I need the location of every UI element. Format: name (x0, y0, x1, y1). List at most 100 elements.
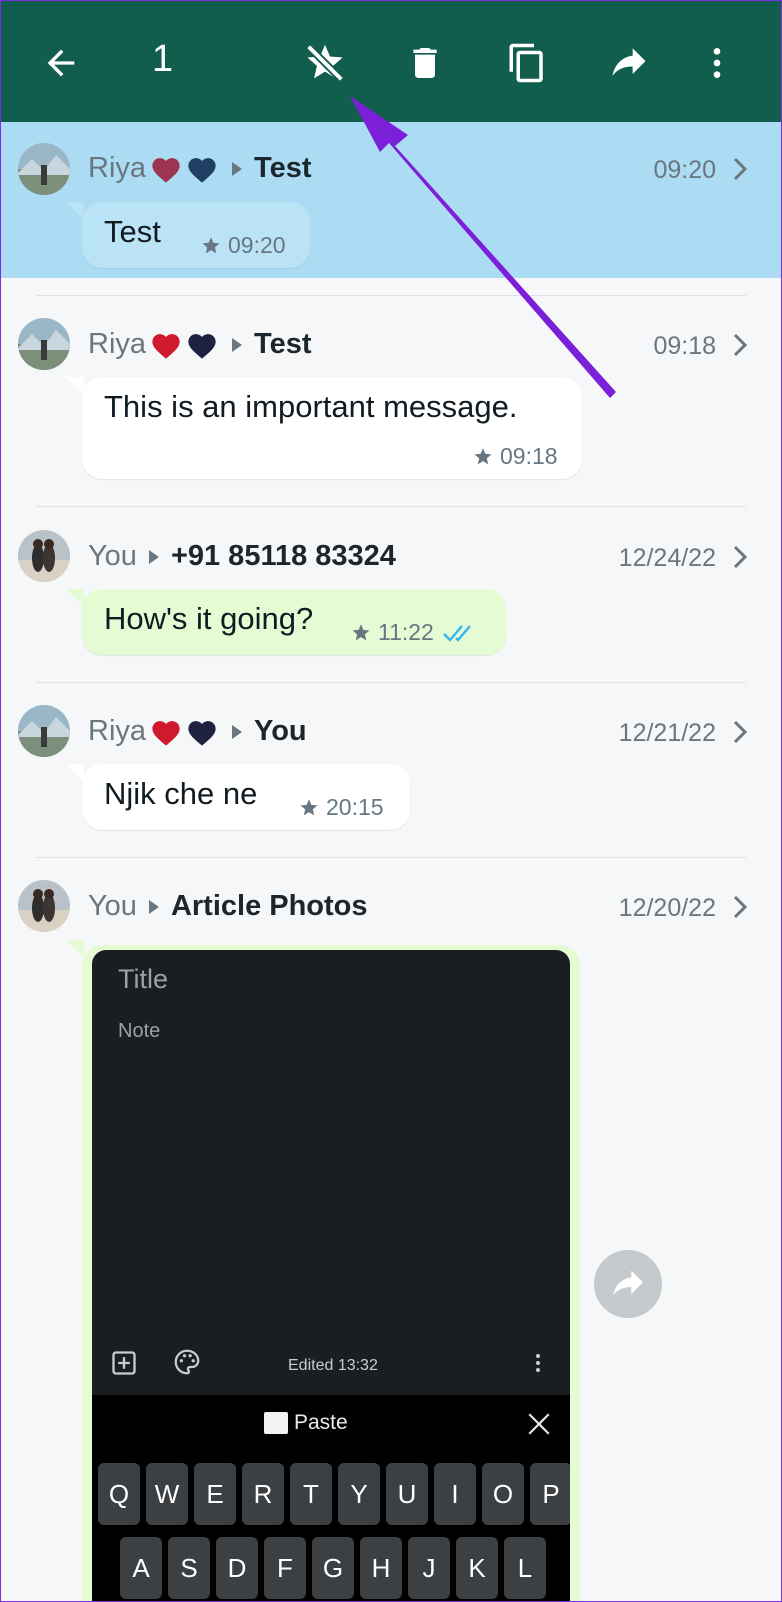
message-time: 11:22 (378, 619, 434, 645)
message-meta: 20:15 (298, 794, 384, 821)
forward-icon[interactable] (602, 36, 656, 90)
avatar[interactable] (18, 143, 70, 195)
selection-toolbar: 1 (0, 0, 782, 122)
add-box-icon (112, 1351, 136, 1375)
key: L (504, 1537, 546, 1599)
to-arrow-icon (148, 549, 159, 564)
clipboard-icon (264, 1412, 288, 1434)
divider (36, 682, 746, 683)
back-arrow-icon[interactable] (34, 36, 88, 90)
copy-icon[interactable] (500, 36, 554, 90)
heart-emojis-icon (148, 330, 220, 360)
chevron-right-icon[interactable] (732, 544, 748, 570)
divider (36, 506, 746, 507)
bubble-tail (66, 589, 84, 607)
avatar[interactable] (18, 318, 70, 370)
chevron-right-icon[interactable] (732, 894, 748, 920)
key: P (530, 1463, 570, 1525)
sender-name: Riya (88, 152, 147, 184)
message-bubble[interactable]: This is an important message. 09:18 (82, 377, 582, 479)
close-icon (528, 1413, 550, 1435)
bubble-tail (66, 940, 84, 958)
message-time: 20:15 (326, 794, 384, 820)
key: S (168, 1537, 210, 1599)
message-header: Riya You (88, 715, 307, 748)
paste-suggestion: Paste (264, 1411, 348, 1435)
message-meta: 11:22 (350, 619, 486, 646)
more-vert-icon[interactable] (690, 36, 744, 90)
message-time: 09:20 (228, 232, 286, 258)
unstar-icon[interactable] (298, 36, 352, 90)
message-text: This is an important message. (104, 389, 518, 424)
bubble-tail (66, 377, 84, 395)
sender-name: Riya (88, 328, 147, 360)
edited-timestamp: Edited 13:32 (288, 1357, 378, 1374)
message-header: You Article Photos (88, 890, 368, 923)
message-date: 12/21/22 (618, 719, 716, 747)
image-attachment[interactable]: Title Note Edited 13:32 Paste Q W E R T … (92, 950, 570, 1602)
star-icon (352, 623, 370, 640)
divider (36, 857, 746, 858)
recipient-name: Test (254, 328, 312, 360)
to-arrow-icon (148, 899, 159, 914)
bubble-tail (66, 764, 84, 782)
message-time: 09:18 (500, 443, 558, 469)
note-title-placeholder: Title (118, 964, 169, 994)
key: Y (338, 1463, 380, 1525)
star-icon (202, 236, 220, 253)
avatar[interactable] (18, 530, 70, 582)
palette-icon (174, 1349, 200, 1375)
message-bubble[interactable]: Njik che ne 20:15 (82, 764, 410, 830)
keyboard: Paste Q W E R T Y U I O P A S D F G H J … (92, 1395, 570, 1602)
key: K (456, 1537, 498, 1599)
key: D (216, 1537, 258, 1599)
to-arrow-icon (232, 724, 243, 739)
recipient-name: You (254, 715, 307, 747)
key: J (408, 1537, 450, 1599)
message-date: 09:18 (653, 332, 716, 360)
delete-icon[interactable] (398, 36, 452, 90)
recipient-name: Test (254, 152, 312, 184)
key: U (386, 1463, 428, 1525)
more-vert-icon (536, 1354, 540, 1372)
double-check-icon (443, 624, 471, 642)
chevron-right-icon[interactable] (732, 332, 748, 358)
message-text: Test (104, 214, 161, 249)
star-icon (474, 447, 492, 464)
key: W (146, 1463, 188, 1525)
heart-emojis-icon (148, 717, 220, 747)
to-arrow-icon (232, 161, 243, 176)
message-meta: 09:20 (200, 232, 286, 259)
key: O (482, 1463, 524, 1525)
avatar[interactable] (18, 880, 70, 932)
message-header: Riya Test (88, 152, 312, 185)
forward-media-button[interactable] (594, 1250, 662, 1318)
keyboard-row-1: Q W E R T Y U I O P (98, 1463, 570, 1525)
paste-label: Paste (294, 1411, 348, 1434)
divider (36, 295, 746, 296)
sender-name: Riya (88, 715, 147, 747)
recipient-name: Article Photos (170, 890, 368, 922)
recipient-name: +91 85118 83324 (170, 540, 396, 572)
note-body-placeholder: Note (118, 1020, 161, 1042)
key: H (360, 1537, 402, 1599)
forward-icon (613, 1270, 643, 1296)
key: Q (98, 1463, 140, 1525)
note-bottom-bar: Edited 13:32 (92, 1335, 570, 1395)
message-bubble[interactable]: How's it going? 11:22 (82, 589, 506, 655)
keyboard-row-2: A S D F G H J K L (120, 1537, 546, 1599)
message-bubble[interactable]: Test 09:20 (82, 202, 310, 268)
chevron-right-icon[interactable] (732, 156, 748, 182)
message-text: How's it going? (104, 601, 314, 636)
message-header: You +91 85118 83324 (88, 540, 396, 573)
star-icon (300, 798, 318, 815)
sender-name: You (88, 540, 137, 572)
message-text: Njik che ne (104, 776, 258, 811)
selected-count: 1 (152, 38, 174, 80)
chevron-right-icon[interactable] (732, 719, 748, 745)
heart-emojis-icon (148, 154, 220, 184)
key: R (242, 1463, 284, 1525)
key: G (312, 1537, 354, 1599)
to-arrow-icon (232, 337, 243, 352)
avatar[interactable] (18, 705, 70, 757)
